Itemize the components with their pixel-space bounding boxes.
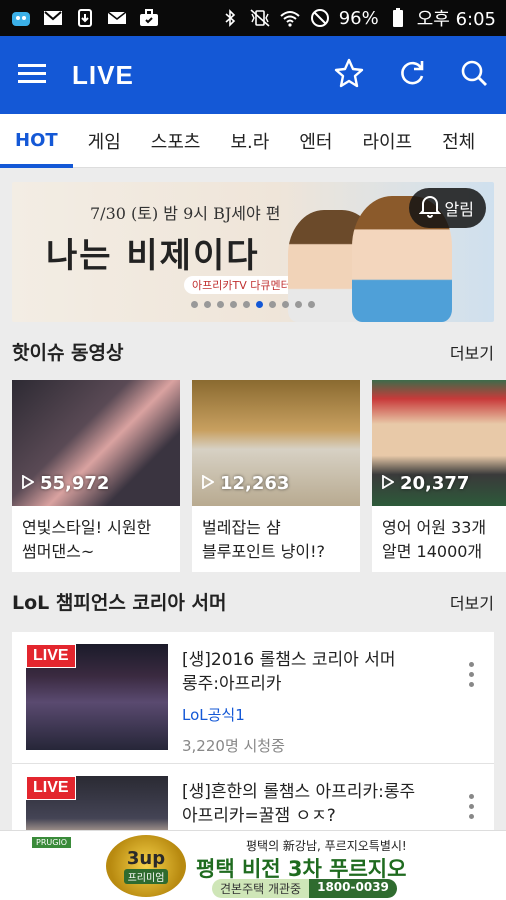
pagination-dot[interactable] [308,301,315,308]
stream-thumbnail: LIVE [26,644,168,750]
pagination-dot[interactable] [269,301,276,308]
tab-bora[interactable]: 보.라 [215,114,284,168]
bluetooth-icon [219,9,241,27]
category-tabs: HOT 게임 스포츠 보.라 엔터 라이프 전체 [0,114,506,168]
status-bar: 96% 오후 6:05 [0,0,506,36]
briefcase-icon [138,9,160,27]
video-title: 벌레잡는 샴 블루포인트 냥이!? [202,518,326,561]
tab-sports[interactable]: 스포츠 [136,114,216,168]
live-badge: LIVE [26,776,76,800]
star-icon[interactable] [334,58,364,92]
clock: 오후 6:05 [416,9,496,30]
wifi-icon [279,9,301,27]
video-card[interactable]: 12,263 벌레잡는 샴 블루포인트 냥이!? [192,380,360,572]
download-icon [74,9,96,27]
view-count: 20,377 [382,473,469,494]
more-options-icon[interactable] [469,662,474,687]
banner-pagination [12,301,494,308]
video-thumbnail: 55,972 [12,380,180,506]
video-thumbnail: 12,263 [192,380,360,506]
ad-contact-label: 견본주택 개관중 [212,879,310,898]
stream-title: [생]2016 롤챔스 코리아 서머 롱주:아프리카 [182,650,396,694]
more-link[interactable]: 더보기 [450,340,494,364]
ad-medal-sub: 프리미엄 [123,869,169,884]
video-thumbnail: 20,377 [372,380,506,506]
view-count-value: 20,377 [400,473,470,494]
video-title: 연빛스타일! 시원한 썸머댄스~ [22,518,152,561]
view-count-value: 12,263 [220,473,290,494]
view-count: 55,972 [22,473,109,494]
tab-all[interactable]: 전체 [427,114,490,168]
view-count-value: 55,972 [40,473,110,494]
battery-icon [387,8,409,27]
more-link[interactable]: 더보기 [450,590,494,614]
hot-videos-header: 핫이슈 동영상 더보기 [12,338,494,365]
ad-brand-logo: PRUGIO [32,837,72,848]
section-title: LoL 챔피언스 코리아 서머 [12,592,227,614]
alarm-button[interactable]: 알림 [408,188,486,228]
tab-game[interactable]: 게임 [73,114,136,168]
section-title: 핫이슈 동영상 [12,342,124,364]
ad-medal-text: 3up [126,848,166,869]
more-options-icon[interactable] [469,794,474,819]
battery-percent: 96% [338,7,379,29]
do-not-disturb-icon [309,9,331,27]
list-item[interactable]: LIVE [생]2016 롤챔스 코리아 서머 롱주:아프리카 LoL공식1 3… [12,632,494,764]
video-card[interactable]: 20,377 영어 어원 33개 알면 14000개 [372,380,506,572]
pagination-dot[interactable] [204,301,211,308]
vibrate-icon [249,9,271,27]
pagination-dot[interactable] [230,301,237,308]
ad-tagline: 평택의 新강남, 푸르지오특별시! [246,839,407,853]
pagination-dot[interactable] [295,301,302,308]
promo-banner[interactable]: 7/30 (토) 밤 9시 BJ세야 편 나는 비제이다 아프리카TV 다큐멘터… [12,182,494,322]
channel-name[interactable]: LoL공식1 [182,704,480,725]
app-bar: LIVE [0,36,506,114]
play-icon [382,473,395,494]
refresh-icon[interactable] [398,59,426,91]
viewer-count: 3,220명 시청중 [182,737,285,755]
play-icon [22,473,35,494]
hot-videos-carousel: 55,972 연빛스타일! 시원한 썸머댄스~ 12,263 벌레잡는 샴 블루… [12,380,506,572]
page-title: LIVE [72,59,134,90]
alarm-label: 알림 [444,200,474,219]
lol-section-header: LoL 챔피언스 코리아 서머 더보기 [12,588,494,615]
play-icon [202,473,215,494]
pagination-dot[interactable] [256,301,263,308]
pagination-dot[interactable] [282,301,289,308]
pagination-dot[interactable] [191,301,198,308]
pagination-dot[interactable] [217,301,224,308]
mail-icon [106,9,128,27]
live-badge: LIVE [26,644,76,668]
ad-phone: 1800-0039 [309,879,397,898]
pagination-dot[interactable] [243,301,250,308]
tab-hot[interactable]: HOT [0,114,73,168]
ad-medal: 3up 프리미엄 [106,835,186,897]
video-title: 영어 어원 33개 알면 14000개 [382,518,487,561]
ad-contact: 견본주택 개관중 1800-0039 [212,879,397,898]
bell-icon [418,194,441,222]
video-card[interactable]: 55,972 연빛스타일! 시원한 썸머댄스~ [12,380,180,572]
banner-subtitle: 7/30 (토) 밤 9시 BJ세야 편 [90,204,281,223]
app-notification-icon [10,9,32,27]
search-icon[interactable] [460,59,488,91]
stream-title: [생]흔한의 롤챔스 아프리카:롱주 아프리카=꿀잼 ㅇㅈ? [182,782,416,826]
menu-icon[interactable] [18,62,46,88]
banner-headline: 나는 비제이다 [46,236,260,276]
tab-life[interactable]: 라이프 [347,114,427,168]
tab-entertainment[interactable]: 엔터 [284,114,347,168]
gmail-icon [42,9,64,27]
view-count: 12,263 [202,473,289,494]
ad-banner[interactable]: PRUGIO 3up 프리미엄 평택의 新강남, 푸르지오특별시! 평택 비전 … [0,830,506,900]
